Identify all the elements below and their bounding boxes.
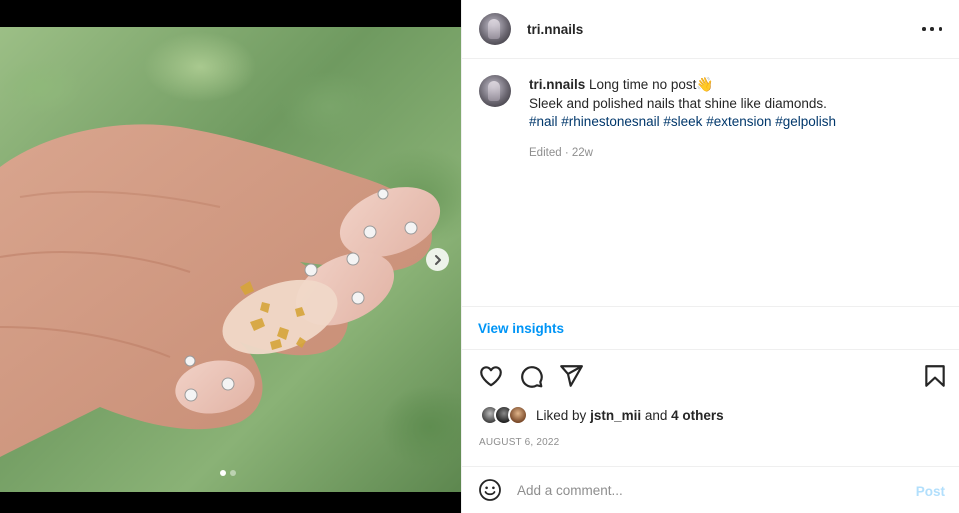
post-sidebar: tri.nnails tri.nnails Long time no post👋… <box>461 0 959 513</box>
likes-prefix: Liked by <box>536 407 587 423</box>
caption-second-line: Sleek and polished nails that shine like… <box>529 95 827 111</box>
post-comment-button[interactable]: Post <box>916 484 945 499</box>
post-age[interactable]: 22w <box>572 147 593 159</box>
liker-avatars <box>480 405 528 425</box>
carousel-dot <box>230 470 236 476</box>
heart-icon[interactable] <box>478 363 504 389</box>
post-header: tri.nnails <box>462 0 959 59</box>
post-caption: tri.nnails Long time no post👋 Sleek and … <box>479 75 949 162</box>
likes-summary: Liked by jstn_mii and 4 others <box>480 405 724 425</box>
caption-first-line: Long time no post <box>589 77 697 92</box>
chevron-right-icon <box>434 254 441 265</box>
carousel-indicator <box>220 470 236 476</box>
bookmark-icon[interactable] <box>922 363 948 389</box>
comment-icon[interactable] <box>518 363 544 389</box>
action-bar <box>478 363 948 389</box>
post-media <box>0 0 461 513</box>
hashtag-link[interactable]: #rhinestonesnail <box>561 114 659 129</box>
author-username[interactable]: tri.nnails <box>527 22 583 37</box>
hashtag-link[interactable]: #gelpolish <box>775 114 836 129</box>
hashtag-link[interactable]: #extension <box>706 114 771 129</box>
meta-separator: · <box>564 146 569 159</box>
caption-hashtags: #nail #rhinestonesnail #sleek #extension… <box>529 113 836 132</box>
carousel-next-button[interactable] <box>426 248 449 271</box>
waving-hand-emoji: 👋 <box>696 76 714 92</box>
hashtag-link[interactable]: #sleek <box>663 114 702 129</box>
comment-bar: Post <box>462 466 959 513</box>
edited-label: Edited <box>529 146 562 159</box>
post-date[interactable]: AUGUST 6, 2022 <box>479 437 559 448</box>
share-icon[interactable] <box>558 363 584 389</box>
liker-avatar[interactable] <box>508 405 528 425</box>
insights-bar: View insights <box>462 306 959 350</box>
post-photo[interactable] <box>0 27 461 492</box>
comment-input[interactable] <box>517 482 897 498</box>
liker-username[interactable]: jstn_mii <box>590 408 641 423</box>
more-options-icon[interactable] <box>922 21 942 37</box>
carousel-dot-active <box>220 470 226 476</box>
caption-username[interactable]: tri.nnails <box>529 77 585 92</box>
caption-meta: Edited · 22w <box>529 144 836 163</box>
hashtag-link[interactable]: #nail <box>529 114 558 129</box>
author-avatar[interactable] <box>479 13 511 45</box>
view-insights-link[interactable]: View insights <box>478 321 564 336</box>
emoji-icon[interactable] <box>478 478 502 502</box>
caption-avatar[interactable] <box>479 75 511 107</box>
likes-conjunction: and <box>644 407 668 423</box>
nails-photo-illustration <box>0 124 441 458</box>
likes-others-link[interactable]: 4 others <box>671 408 724 423</box>
